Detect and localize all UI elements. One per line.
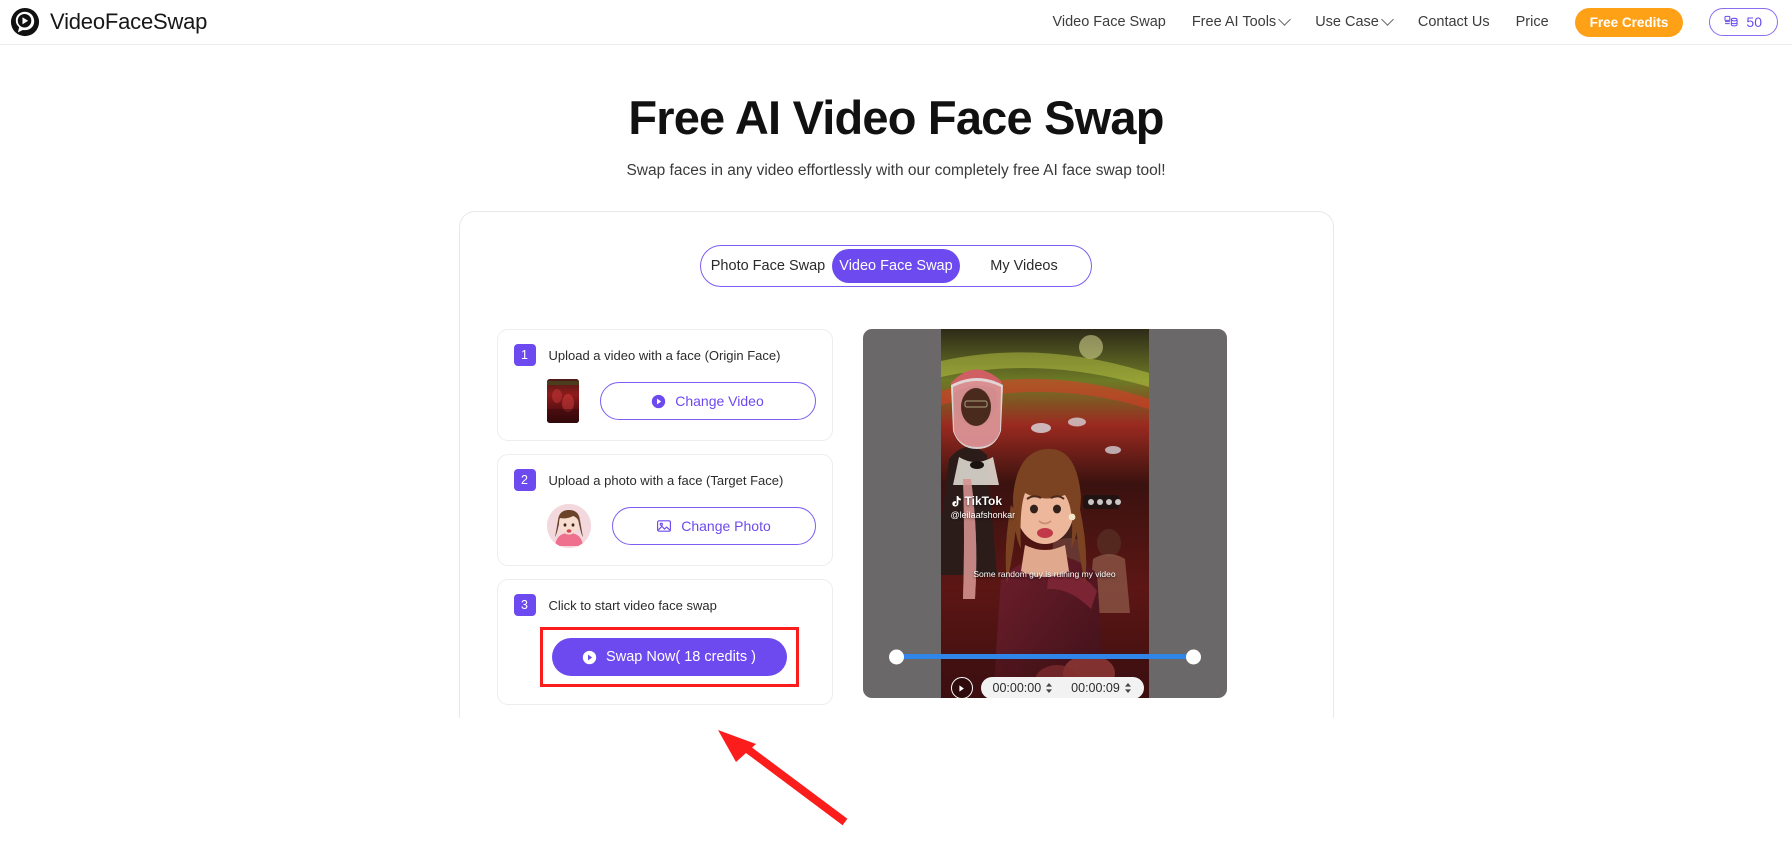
tab-my-videos[interactable]: My Videos (960, 249, 1088, 283)
time-range-box: 00:00:00 00:00:09 (980, 677, 1144, 699)
step-3-header: 3 Click to start video face swap (513, 594, 816, 617)
step-3-label: Click to start video face swap (548, 597, 717, 613)
tiktok-note-icon (951, 495, 962, 508)
tiktok-brand: TikTok (951, 493, 1016, 509)
step-2-badge: 2 (513, 469, 536, 492)
player-controls: 00:00:00 00:00:09 (950, 677, 1144, 699)
page-subtitle: Swap faces in any video effortlessly wit… (626, 162, 1166, 180)
chevron-down-icon (1380, 12, 1394, 26)
hero-section: Free AI Video Face Swap Swap faces in an… (0, 45, 1792, 180)
trim-handle-start[interactable] (888, 649, 904, 665)
change-photo-label: Change Photo (681, 518, 771, 535)
videofaceswap-logo-icon (10, 7, 40, 37)
nav-item-use-case[interactable]: Use Case (1315, 12, 1394, 30)
swap-now-label: Swap Now( 18 credits ) (606, 649, 756, 666)
tab-video-face-swap[interactable]: Video Face Swap (832, 249, 960, 284)
step-2-body: Change Photo (514, 504, 816, 549)
brand-logo-link[interactable]: VideoFaceSwap (10, 7, 207, 37)
change-photo-button[interactable]: Change Photo (611, 507, 816, 546)
nav-label: Video Face Swap (1052, 14, 1166, 30)
target-face-avatar[interactable] (546, 504, 591, 549)
main-navigation: Video Face Swap Free AI Tools Use Case C… (1052, 7, 1778, 37)
nav-item-video-face-swap[interactable]: Video Face Swap (1052, 14, 1165, 30)
steps-column: 1 Upload a video with a face (Origin Fac… (496, 329, 833, 718)
free-credits-button[interactable]: Free Credits (1574, 7, 1684, 37)
step-3-badge: 3 (513, 594, 536, 617)
start-time-field[interactable]: 00:00:00 (993, 681, 1054, 695)
nav-label: Contact Us (1417, 14, 1490, 30)
tiktok-watermark: TikTok @leilaafshonkar (951, 493, 1016, 521)
image-icon (656, 518, 672, 534)
page-title: Free AI Video Face Swap (628, 91, 1164, 144)
end-time-value: 00:00:09 (1071, 681, 1120, 696)
step-2-upload-photo: 2 Upload a photo with a face (Target Fac… (496, 454, 833, 567)
tiktok-brand-label: TikTok (964, 494, 1003, 509)
step-3-start-swap: 3 Click to start video face swap Swap No… (496, 579, 833, 706)
step-1-label: Upload a video with a face (Origin Face) (548, 347, 781, 363)
start-time-stepper-icon[interactable] (1045, 683, 1053, 694)
change-video-button[interactable]: Change Video (599, 382, 816, 421)
chevron-down-icon (1278, 12, 1292, 26)
step-1-header: 1 Upload a video with a face (Origin Fac… (513, 344, 816, 367)
brand-name: VideoFaceSwap (50, 9, 208, 34)
red-pointer-arrow (700, 718, 850, 828)
step-2-header: 2 Upload a photo with a face (Target Fac… (513, 469, 816, 492)
swap-now-button[interactable]: Swap Now( 18 credits ) (551, 638, 787, 677)
play-circle-icon (651, 394, 666, 409)
coin-stack-icon (1723, 14, 1739, 30)
change-video-label: Change Video (675, 393, 764, 410)
nav-label: Price (1515, 14, 1549, 30)
video-caption: Some random guy is ruining my video (973, 569, 1116, 580)
end-time-field[interactable]: 00:00:09 (1071, 681, 1132, 695)
tool-card: Photo Face Swap Video Face Swap My Video… (458, 211, 1334, 719)
play-button[interactable] (950, 677, 973, 699)
nav-item-contact-us[interactable]: Contact Us (1418, 14, 1490, 30)
step-2-label: Upload a photo with a face (Target Face) (548, 472, 784, 488)
tiktok-handle: @leilaafshonkar (950, 510, 1016, 521)
nav-label: Use Case (1315, 14, 1379, 30)
nav-item-price[interactable]: Price (1516, 14, 1549, 30)
trim-range-slider[interactable] (888, 649, 1201, 665)
step-1-body: Change Video (514, 379, 816, 424)
start-time-value: 00:00:00 (992, 681, 1042, 696)
tool-body: 1 Upload a video with a face (Origin Fac… (460, 287, 1333, 718)
play-circle-icon (582, 650, 597, 665)
credit-balance-badge[interactable]: 50 (1709, 8, 1778, 36)
credit-count: 50 (1746, 14, 1762, 30)
tab-photo-face-swap[interactable]: Photo Face Swap (704, 249, 832, 283)
video-frame: TikTok @leilaafshonkar Some random guy i… (940, 329, 1149, 699)
end-time-stepper-icon[interactable] (1124, 683, 1132, 694)
nav-item-free-ai-tools[interactable]: Free AI Tools (1191, 12, 1292, 30)
trim-handle-end[interactable] (1185, 649, 1201, 665)
video-preview-panel[interactable]: TikTok @leilaafshonkar Some random guy i… (862, 329, 1227, 699)
swap-now-highlight-box: Swap Now( 18 credits ) (539, 627, 799, 688)
origin-video-thumbnail[interactable] (546, 379, 579, 424)
nav-label: Free AI Tools (1191, 14, 1277, 30)
step-1-upload-video: 1 Upload a video with a face (Origin Fac… (496, 329, 833, 442)
site-header: VideoFaceSwap Video Face Swap Free AI To… (0, 0, 1792, 45)
mode-tab-group: Photo Face Swap Video Face Swap My Video… (700, 245, 1092, 288)
step-1-badge: 1 (513, 344, 536, 367)
